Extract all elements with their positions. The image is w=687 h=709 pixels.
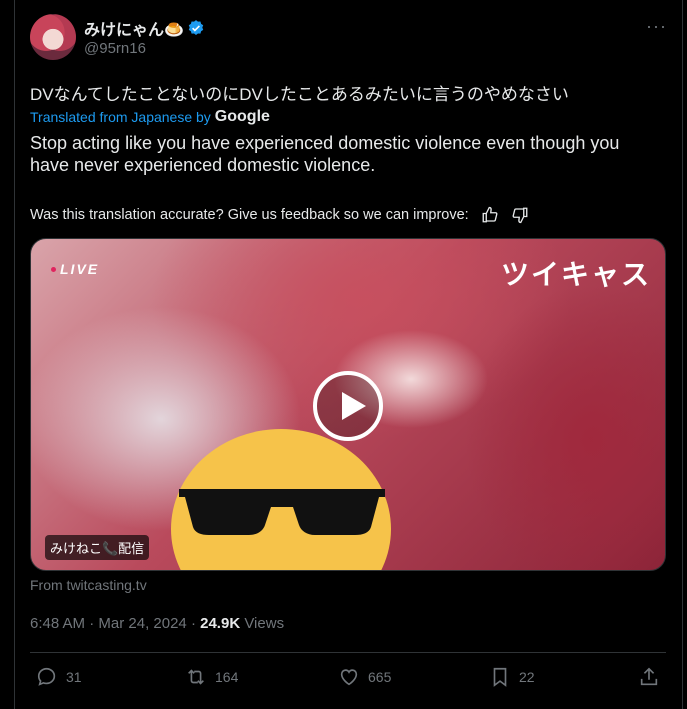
translated-text: Stop acting like you have experienced do… [30, 133, 620, 175]
divider [30, 652, 666, 653]
views-label: Views [244, 615, 285, 632]
reply-button[interactable]: 31 [36, 666, 82, 688]
author-display-name[interactable]: みけにゃん🍮 [84, 16, 205, 40]
like-button[interactable]: 665 [338, 666, 391, 688]
live-dot-icon [51, 266, 56, 272]
video-player[interactable]: LIVE ツイキャス みけねこ📞配信 [30, 238, 666, 571]
meta-separator: · [186, 615, 201, 632]
avatar[interactable] [30, 14, 76, 60]
bookmark-count: 22 [519, 669, 535, 685]
stream-caption: みけねこ📞配信 [45, 535, 150, 560]
sunglasses-icon [179, 489, 385, 535]
tweet-date[interactable]: Mar 24, 2024 [98, 615, 186, 632]
thumbs-down-icon[interactable] [511, 206, 529, 224]
tweet-text: DVなんてしたことないのにDVしたことあるみたいに言うのやめなさい [30, 85, 569, 104]
more-options-icon[interactable]: ··· [646, 16, 667, 37]
repost-button[interactable]: 164 [185, 666, 238, 688]
twitcasting-logo: ツイキャス [501, 259, 652, 290]
heart-icon [340, 669, 358, 686]
reply-icon [37, 667, 56, 686]
tweet-meta: 6:48 AM · Mar 24, 2024 · 24.9K Views [30, 615, 284, 632]
share-icon [640, 667, 658, 686]
reply-count: 31 [66, 669, 82, 685]
translated-from-label: Translated from Japanese by [30, 109, 211, 125]
tweet-time[interactable]: 6:48 AM [30, 615, 85, 632]
author-name-text[interactable]: みけにゃん🍮 [84, 16, 184, 40]
share-button[interactable] [638, 666, 660, 688]
translation-attribution[interactable]: Translated from Japanese by Google [30, 108, 270, 126]
author-handle[interactable]: @95rn16 [84, 40, 146, 57]
repost-count: 164 [215, 669, 239, 685]
translation-feedback: Was this translation accurate? Give us f… [30, 206, 529, 224]
play-button-icon[interactable] [313, 371, 383, 441]
live-label: LIVE [60, 261, 100, 277]
meta-separator: · [85, 615, 99, 632]
media-source-link[interactable]: From twitcasting.tv [30, 577, 147, 593]
views-count: 24.9K [200, 615, 241, 632]
like-count: 665 [368, 669, 392, 685]
live-indicator: LIVE [51, 261, 99, 277]
repost-icon [188, 669, 204, 685]
feedback-prompt: Was this translation accurate? Give us f… [30, 207, 469, 223]
google-logo: Google [214, 108, 270, 125]
bookmark-icon [493, 667, 507, 687]
thumbs-up-icon[interactable] [481, 206, 499, 224]
verified-badge-icon [188, 20, 204, 35]
action-bar: 31 164 665 22 [30, 666, 666, 696]
bookmark-button[interactable]: 22 [489, 666, 535, 688]
